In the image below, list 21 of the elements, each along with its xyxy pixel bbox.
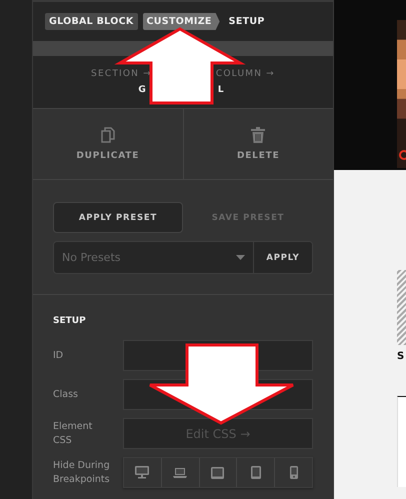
breadcrumb-tab[interactable]: GLOBAL BLOCK [45,13,138,30]
field-label: Class [53,388,79,402]
phone-icon [290,466,298,479]
tablet-icon [250,466,261,479]
monitor-icon [135,466,150,479]
laptop-icon [173,468,188,478]
element-name: L [218,85,224,95]
preview-text: S [397,351,406,362]
element-name: G [138,85,146,95]
field-label: Element CSS [53,420,94,448]
breadcrumb-tab[interactable]: CUSTOMIZE [142,13,220,30]
trash-icon [251,127,266,143]
section-title: SETUP [53,316,87,326]
field-label: Hide During Breakpoints [53,458,111,486]
caret-icon [236,255,245,260]
field-label: ID [53,348,64,362]
preset-tab[interactable]: APPLY PRESET [53,202,183,233]
breadcrumb-tab[interactable]: SETUP [224,13,269,30]
tablet-icon [211,466,224,478]
copy-icon [100,127,115,143]
breadcrumb-link[interactable]: COLUMN → [216,69,275,79]
